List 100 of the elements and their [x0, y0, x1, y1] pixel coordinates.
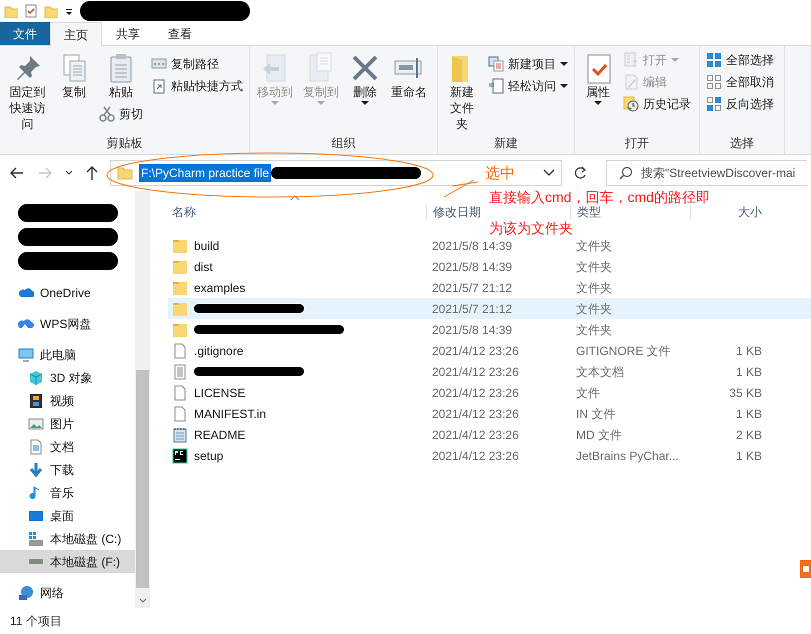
file-row[interactable]: 2021/5/8 14:39 文件夹 [168, 319, 811, 340]
folder-icon [172, 258, 188, 274]
column-header[interactable]: 修改日期 [426, 205, 570, 220]
file-date: 2021/5/8 14:39 [432, 322, 512, 336]
folder-icon [117, 165, 133, 181]
select-all-icon [706, 52, 722, 68]
file-size: 1 KB [736, 344, 762, 358]
ribbon-button[interactable]: 反向选择 [704, 94, 776, 114]
sidebar-item[interactable]: 文档 [0, 435, 135, 458]
history-icon [623, 96, 639, 112]
file-row[interactable]: setup 2021/4/12 23:26 JetBrains PyChar... 1 KB [168, 445, 811, 466]
group-label: 打开 [624, 135, 650, 152]
file-date: 2021/4/12 23:26 [432, 448, 519, 462]
file-type: JetBrains PyChar... [576, 448, 679, 462]
ribbon-tab[interactable]: 共享 [102, 22, 154, 45]
group-label: 组织 [330, 135, 356, 152]
properties-icon [24, 4, 38, 18]
caret-icon[interactable] [64, 6, 74, 16]
ribbon-button[interactable]: 复制路径 [149, 54, 245, 74]
file-type: 文件夹 [576, 302, 612, 316]
file-date: 2021/5/8 14:39 [432, 238, 512, 252]
file-type: 文件夹 [576, 260, 612, 274]
ribbon-tab[interactable]: 文件 [0, 22, 50, 45]
ribbon-button[interactable]: 属性 [579, 50, 617, 108]
down-arrow-icon [28, 462, 44, 478]
scrollbar[interactable] [135, 191, 150, 608]
ribbon-button[interactable]: 新建文件夹 [442, 50, 482, 134]
ribbon-button[interactable]: 历史记录 [621, 94, 693, 114]
file-row[interactable]: 2021/4/12 23:26 文本文档 1 KB [168, 361, 811, 382]
item-count: 11 个项目 [10, 613, 62, 630]
ribbon-tab[interactable]: 主页 [50, 22, 102, 46]
file-name: setup [194, 448, 224, 464]
sidebar-item[interactable]: 本地磁盘 (C:) [0, 527, 135, 550]
sidebar-item[interactable]: 网络 [0, 581, 135, 604]
file-row[interactable]: 2021/5/7 21:12 文件夹 [168, 298, 811, 319]
sidebar-item[interactable]: WPS网盘 [0, 312, 135, 335]
file-row[interactable]: LICENSE 2021/4/12 23:26 文件 35 KB [168, 382, 811, 403]
sidebar-item[interactable]: OneDrive [0, 281, 135, 304]
file-type: 文件夹 [576, 280, 612, 294]
folder-icon [172, 300, 188, 316]
annotation-arrow [444, 180, 478, 198]
file-name: README [194, 426, 246, 444]
drive-icon [28, 530, 44, 546]
sidebar-item[interactable]: 此电脑 [0, 343, 135, 366]
ribbon-button[interactable]: 复制 [55, 50, 93, 102]
column-header[interactable]: 名称 [168, 205, 426, 220]
folder-icon [172, 238, 188, 254]
sidebar-item[interactable]: 下载 [0, 458, 135, 481]
file-type: 文件夹 [576, 322, 612, 336]
file-date: 2021/4/12 23:26 [432, 406, 519, 420]
sidebar-item[interactable]: 视频 [0, 389, 135, 412]
annotation-note: 直接输入cmd，回车，cmd的路径即 [489, 190, 711, 205]
ribbon-button[interactable]: 删除 [346, 50, 384, 108]
open-icon [623, 52, 639, 68]
new-item-icon [488, 56, 504, 72]
shortcut-icon [151, 78, 167, 94]
file-row[interactable]: README 2021/4/12 23:26 MD 文件 2 KB [168, 424, 811, 445]
file-row[interactable]: build 2021/5/8 14:39 文件夹 [168, 235, 811, 256]
ribbon-button[interactable]: 粘贴快捷方式 [149, 76, 245, 96]
file-size: 1 KB [736, 448, 762, 462]
up-arrow-icon [85, 165, 99, 181]
ribbon-button[interactable]: 粘贴 [97, 50, 145, 102]
refresh-icon [573, 166, 587, 180]
forward-arrow-icon [37, 165, 53, 181]
ribbon-button[interactable]: 新建项目 [486, 54, 570, 74]
file-row[interactable]: examples 2021/5/7 21:12 文件夹 [168, 277, 811, 298]
file-type: IN 文件 [576, 406, 616, 420]
ribbon-button[interactable]: 固定到快速访问 [4, 50, 51, 134]
folder-icon [4, 4, 18, 18]
file-name: examples [194, 280, 246, 296]
column-header[interactable]: 类型 [570, 205, 690, 220]
chevron-down-icon[interactable] [543, 169, 555, 177]
sidebar-item[interactable]: 音乐 [0, 481, 135, 504]
file-date: 2021/5/7 21:12 [432, 280, 512, 294]
file-row[interactable]: dist 2021/5/8 14:39 文件夹 [168, 256, 811, 277]
invert-selection-icon [706, 96, 722, 112]
chevron-down-icon [138, 598, 146, 604]
file-icon [172, 342, 188, 358]
sidebar-item[interactable]: 图片 [0, 412, 135, 435]
sidebar-item[interactable]: 桌面 [0, 504, 135, 527]
sidebar-item[interactable]: 本地磁盘 (F:) [0, 550, 135, 573]
search-field[interactable]: 搜索"StreetviewDiscover-mai [606, 160, 807, 186]
ribbon-button[interactable]: 剪切 [97, 104, 145, 124]
ribbon-button[interactable]: 轻松访问 [486, 76, 570, 96]
file-name: MANIFEST.in [194, 406, 266, 422]
ribbon-tab[interactable]: 查看 [154, 22, 206, 45]
file-size: 1 KB [736, 364, 762, 378]
column-header[interactable]: 大小 [690, 205, 766, 220]
file-row[interactable]: MANIFEST.in 2021/4/12 23:26 IN 文件 1 KB [168, 403, 811, 424]
file-date: 2021/4/12 23:26 [432, 386, 519, 400]
ribbon-button[interactable]: 全部选择 [704, 50, 776, 70]
sidebar-item[interactable]: 3D 对象 [0, 366, 135, 389]
file-date: 2021/5/8 14:39 [432, 260, 512, 274]
folder-icon [172, 280, 188, 296]
file-name: LICENSE [194, 384, 246, 402]
ribbon-button[interactable]: 重命名 [388, 50, 430, 102]
group-label: 选择 [729, 135, 755, 152]
ribbon-button[interactable]: 全部取消 [704, 72, 776, 92]
file-size: 35 KB [729, 386, 762, 400]
file-row[interactable]: .gitignore 2021/4/12 23:26 GITIGNORE 文件 1 KB [168, 340, 811, 361]
